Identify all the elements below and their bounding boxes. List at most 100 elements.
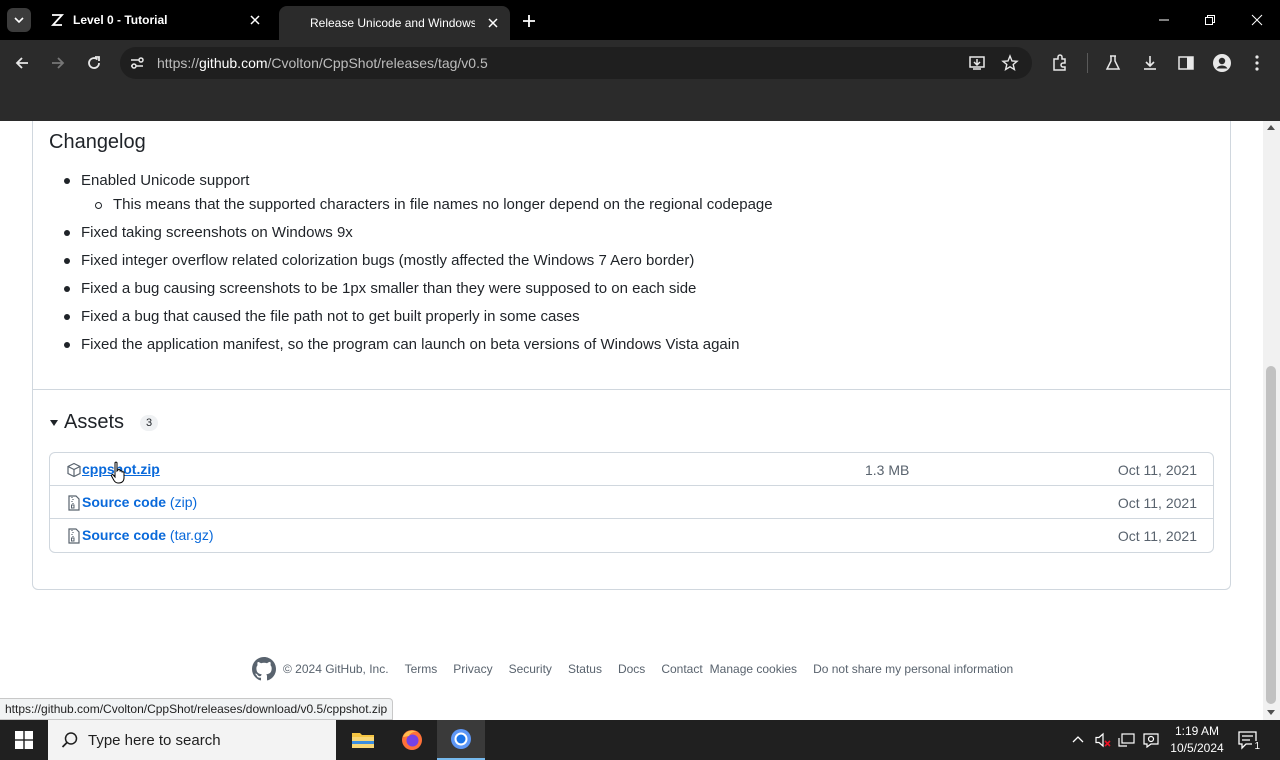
file-zip-icon bbox=[66, 495, 82, 511]
new-tab-button[interactable] bbox=[518, 10, 540, 32]
side-panel-icon[interactable] bbox=[1174, 51, 1198, 75]
list-item: Fixed taking screenshots on Windows 9x bbox=[64, 223, 773, 251]
section-divider bbox=[33, 389, 1230, 390]
forward-button[interactable] bbox=[46, 51, 70, 75]
minimize-icon bbox=[1159, 19, 1169, 21]
asset-link-source-zip[interactable]: Source code (zip) bbox=[82, 494, 197, 510]
taskbar-file-explorer[interactable] bbox=[339, 720, 387, 760]
scroll-up-arrow-icon[interactable] bbox=[1267, 125, 1275, 130]
arrow-left-icon bbox=[15, 57, 28, 69]
zeta-icon bbox=[49, 12, 65, 28]
list-item: Fixed integer overflow related colorizat… bbox=[64, 251, 773, 279]
clock-time: 1:19 AM bbox=[1174, 724, 1220, 738]
plus-icon bbox=[523, 15, 535, 27]
extensions-icon[interactable] bbox=[1048, 51, 1072, 75]
tab-title: Release Unicode and Windows bbox=[310, 16, 475, 30]
close-window-button[interactable] bbox=[1234, 0, 1280, 40]
footer-link-docs[interactable]: Docs bbox=[618, 662, 645, 676]
windows-logo-icon bbox=[15, 731, 33, 749]
asset-row: Source code (zip) Oct 11, 2021 bbox=[50, 486, 1213, 519]
file-zip-icon bbox=[66, 528, 82, 544]
restore-icon bbox=[1205, 15, 1215, 25]
reload-button[interactable] bbox=[82, 51, 106, 75]
footer-link-privacy[interactable]: Privacy bbox=[453, 662, 492, 676]
close-icon[interactable] bbox=[248, 13, 262, 27]
asset-date: Oct 11, 2021 bbox=[1117, 462, 1197, 478]
minimize-button[interactable] bbox=[1141, 0, 1187, 40]
back-button[interactable] bbox=[10, 51, 34, 75]
notification-count-badge: 1 bbox=[1252, 741, 1262, 752]
list-item: Fixed a bug that caused the file path no… bbox=[64, 307, 773, 335]
page-viewport: Changelog Enabled Unicode support This m… bbox=[0, 121, 1263, 720]
footer-link-terms[interactable]: Terms bbox=[405, 662, 438, 676]
arrow-right-icon bbox=[52, 57, 65, 69]
volume-muted-icon[interactable] bbox=[1093, 730, 1113, 750]
taskbar-firefox[interactable] bbox=[388, 720, 436, 760]
close-icon[interactable] bbox=[486, 16, 500, 30]
assets-count-badge: 3 bbox=[140, 414, 159, 431]
profile-avatar-icon[interactable] bbox=[1210, 51, 1234, 75]
list-item: Fixed the application manifest, so the p… bbox=[64, 335, 773, 363]
asset-row: Source code (tar.gz) Oct 11, 2021 bbox=[50, 519, 1213, 552]
tray-overflow-chevron-icon[interactable] bbox=[1068, 730, 1088, 750]
assets-summary-toggle[interactable]: Assets 3 bbox=[49, 411, 159, 434]
footer-copyright: © 2024 GitHub, Inc. bbox=[283, 662, 389, 676]
address-bar[interactable]: https://github.com/Cvolton/CppShot/relea… bbox=[120, 47, 1032, 79]
toolbar-divider bbox=[1087, 53, 1088, 73]
tab-title: Level 0 - Tutorial bbox=[73, 13, 168, 27]
browser-toolbar: https://github.com/Cvolton/CppShot/relea… bbox=[0, 40, 1280, 86]
footer-link-status[interactable]: Status bbox=[568, 662, 602, 676]
tab-level-0-tutorial[interactable]: Level 0 - Tutorial bbox=[40, 0, 272, 40]
bookmark-star-icon[interactable] bbox=[999, 52, 1021, 74]
clock-date: 10/5/2024 bbox=[1170, 741, 1224, 755]
hand-cursor-icon bbox=[110, 461, 125, 484]
reload-icon bbox=[88, 56, 100, 69]
assets-list: cppshot.zip 1.3 MB Oct 11, 2021 Source c… bbox=[49, 452, 1214, 553]
notification-center-button[interactable]: 1 bbox=[1236, 728, 1262, 752]
package-icon bbox=[66, 462, 82, 478]
asset-date: Oct 11, 2021 bbox=[1117, 528, 1197, 544]
link-status-bubble: https://github.com/Cvolton/CppShot/relea… bbox=[0, 698, 394, 720]
asset-link-source-targz[interactable]: Source code (tar.gz) bbox=[82, 527, 214, 543]
footer-link-contact[interactable]: Contact bbox=[661, 662, 702, 676]
kebab-menu-icon[interactable] bbox=[1245, 51, 1269, 75]
footer-link-manage-cookies[interactable]: Manage cookies bbox=[710, 662, 797, 676]
github-logo-icon[interactable] bbox=[252, 657, 276, 681]
changelog-list: Enabled Unicode support This means that … bbox=[64, 171, 773, 363]
close-icon bbox=[1251, 14, 1263, 26]
url-text: https://github.com/Cvolton/CppShot/relea… bbox=[157, 55, 488, 71]
scroll-down-arrow-icon[interactable] bbox=[1267, 710, 1275, 715]
chrome-icon bbox=[451, 729, 471, 749]
bookmarks-bar bbox=[0, 86, 1280, 121]
footer-link-do-not-share[interactable]: Do not share my personal information bbox=[813, 662, 1013, 676]
network-icon[interactable] bbox=[1117, 730, 1137, 750]
scrollbar-thumb[interactable] bbox=[1266, 366, 1276, 704]
site-info-icon[interactable] bbox=[126, 52, 148, 74]
meet-now-icon[interactable] bbox=[1141, 730, 1161, 750]
tab-release-unicode[interactable]: Release Unicode and Windows bbox=[279, 6, 510, 40]
search-icon bbox=[60, 730, 80, 750]
tab-search-button[interactable] bbox=[7, 8, 31, 32]
taskbar-chrome[interactable] bbox=[437, 720, 485, 760]
start-button[interactable] bbox=[0, 720, 48, 760]
taskbar-search-placeholder: Type here to search bbox=[88, 732, 221, 749]
footer-link-security[interactable]: Security bbox=[509, 662, 552, 676]
taskbar-clock[interactable]: 1:19 AM 10/5/2024 bbox=[1162, 723, 1232, 757]
page-scrollbar[interactable] bbox=[1263, 121, 1280, 720]
restore-button[interactable] bbox=[1187, 0, 1233, 40]
firefox-icon bbox=[402, 730, 422, 750]
asset-row: cppshot.zip 1.3 MB Oct 11, 2021 bbox=[50, 453, 1213, 486]
list-item: Fixed a bug causing screenshots to be 1p… bbox=[64, 279, 773, 307]
windows-taskbar: Type here to search 1:19 AM 10/5/2024 1 bbox=[0, 720, 1280, 760]
labs-flask-icon[interactable] bbox=[1101, 51, 1125, 75]
assets-heading: Assets bbox=[64, 411, 125, 433]
folder-icon bbox=[352, 733, 374, 748]
downloads-icon[interactable] bbox=[1138, 51, 1162, 75]
taskbar-search-box[interactable]: Type here to search bbox=[48, 720, 336, 760]
install-app-icon[interactable] bbox=[966, 52, 988, 74]
chevron-down-icon bbox=[14, 17, 24, 24]
changelog-heading: Changelog bbox=[49, 131, 146, 153]
caret-down-icon bbox=[49, 418, 59, 428]
list-subitem: This means that the supported characters… bbox=[81, 195, 773, 219]
browser-tab-strip: Level 0 - Tutorial Release Unicode and W… bbox=[0, 0, 1280, 40]
